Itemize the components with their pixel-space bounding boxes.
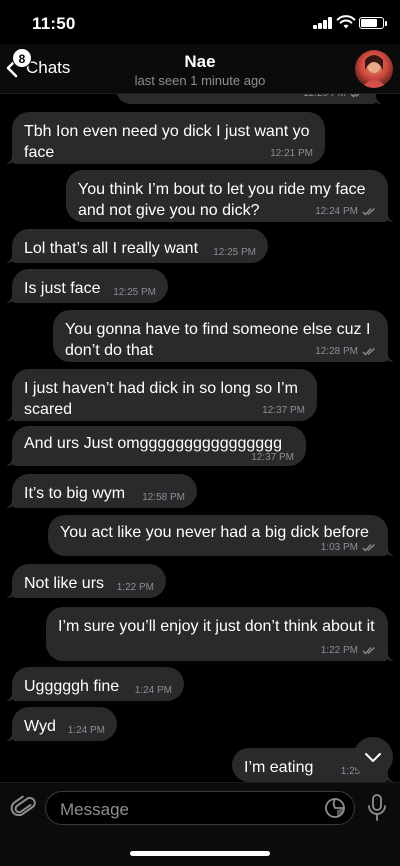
wifi-icon <box>336 15 356 29</box>
message-time: 12:21 PM <box>270 148 313 159</box>
avatar[interactable] <box>355 50 393 88</box>
double-check-icon <box>362 208 375 216</box>
message-text: Is just face <box>24 280 101 297</box>
contact-name[interactable]: Nae <box>0 52 400 72</box>
message-bubble-incoming[interactable]: Wyd 1:24 PM <box>2 707 117 741</box>
double-check-icon <box>362 348 375 356</box>
message-text: Wyd <box>24 718 56 735</box>
message-bubble-incoming[interactable]: It’s to big wym 12:58 PM <box>2 474 197 508</box>
message-text: Ugggggh fine <box>24 678 120 695</box>
scroll-to-bottom-button[interactable] <box>353 737 393 777</box>
battery-icon <box>359 17 384 29</box>
signal-icon <box>313 17 333 29</box>
message-placeholder: Message <box>60 800 129 819</box>
last-seen-status: last seen 1 minute ago <box>134 73 266 88</box>
message-bubble-outgoing[interactable]: You act like you never had a big dick be… <box>48 515 398 556</box>
message-input[interactable]: Message <box>45 791 355 825</box>
double-check-icon <box>362 544 375 552</box>
message-bubble-incoming[interactable]: Is just face 12:25 PM <box>2 269 168 303</box>
battery-tip <box>385 21 387 26</box>
chevron-down-icon <box>365 752 381 762</box>
message-text: And urs Just omgggggggggggggggg <box>24 435 282 452</box>
message-bubble-incoming[interactable]: Not like urs 1:22 PM <box>2 564 166 598</box>
chat-header: Chats 8 Nae last seen 1 minute ago <box>0 44 400 94</box>
message-bubble-incoming[interactable]: Lol that’s all I really want 12:25 PM <box>2 229 268 263</box>
avatar-image <box>355 50 393 88</box>
paperclip-icon[interactable] <box>10 793 38 821</box>
message-time: 12:25 PM <box>213 247 256 258</box>
message-text: Lol that’s all I really want <box>24 240 199 257</box>
message-time: 12:37 PM <box>251 452 294 463</box>
message-time: 12:25 PM <box>113 287 156 298</box>
message-bubble-incoming[interactable]: Tbh Ion even need yo dick I just want yo… <box>2 112 325 164</box>
double-check-icon <box>362 647 375 655</box>
message-bubble-outgoing[interactable]: You think I’m bout to let you ride my fa… <box>66 170 398 222</box>
microphone-icon[interactable] <box>366 793 388 823</box>
message-text: It’s to big wym <box>24 485 126 502</box>
message-bubble-incoming[interactable]: And urs Just omgggggggggggggggg 12:37 PM <box>2 426 306 466</box>
message-time: 12:58 PM <box>142 492 185 503</box>
message-time: 1:22 PM <box>116 582 154 593</box>
message-text: I’m sure you’ll enjoy it just don’t thin… <box>58 618 375 635</box>
message-time: 12:28 PM <box>315 346 376 357</box>
message-time: 1:03 PM <box>321 542 376 553</box>
message-time: 12:24 PM <box>315 206 376 217</box>
message-bubble-incoming[interactable]: Ugggggh fine 1:24 PM <box>2 667 184 701</box>
message-text: I’m eating <box>244 759 314 776</box>
message-time: 12:37 PM <box>262 405 305 416</box>
message-bubble-incoming[interactable]: I just haven’t had dick in so long so I’… <box>2 369 317 421</box>
message-text: You act like you never had a big dick be… <box>60 524 369 541</box>
message-bubble-outgoing[interactable]: You gonna have to find someone else cuz … <box>53 310 398 362</box>
message-bubble-outgoing[interactable]: I’m sure you’ll enjoy it just don’t thin… <box>46 607 398 661</box>
home-indicator[interactable] <box>130 851 270 856</box>
sticker-icon[interactable] <box>324 797 346 819</box>
message-text: Not like urs <box>24 575 105 592</box>
message-time: 1:24 PM <box>67 725 105 736</box>
message-time: 1:22 PM <box>321 645 376 656</box>
message-list[interactable]: 12:20 PM Tbh Ion even need yo dick I jus… <box>0 70 400 782</box>
status-bar: 11:50 <box>0 0 400 44</box>
status-time: 11:50 <box>32 14 76 33</box>
message-time: 1:24 PM <box>134 685 172 696</box>
